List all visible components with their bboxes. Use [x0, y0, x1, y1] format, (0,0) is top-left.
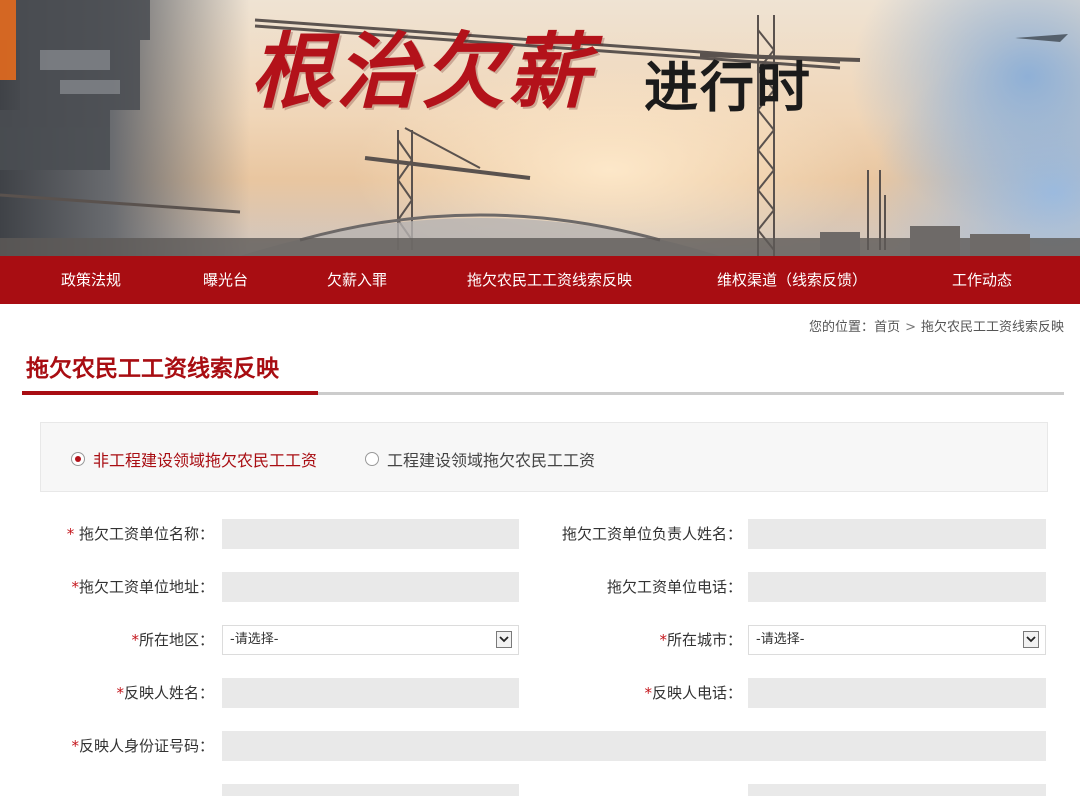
title-divider-accent — [22, 391, 318, 395]
nav-item-news[interactable]: 工作动态 — [952, 256, 1012, 304]
nav-item-criminalization[interactable]: 欠薪入罪 — [327, 256, 387, 304]
nav-item-rights-channels[interactable]: 维权渠道（线索反馈） — [717, 256, 867, 304]
radio-construction[interactable]: 工程建设领域拖欠农民工工资 — [365, 447, 595, 471]
breadcrumb-current: 拖欠农民工工资线索反映 — [920, 320, 1064, 335]
unit-phone-input[interactable] — [748, 572, 1046, 602]
reporter-id-input[interactable] — [222, 731, 1046, 761]
chevron-down-icon[interactable] — [1023, 631, 1039, 648]
city-select-value: -请选择- — [756, 632, 805, 647]
required-mark: * — [71, 737, 79, 755]
radio-checked-icon[interactable] — [71, 452, 85, 466]
banner-title-calligraphy: 根治欠薪 — [250, 24, 594, 120]
nav-item-wage-report[interactable]: 拖欠农民工工资线索反映 — [467, 256, 632, 304]
breadcrumb-prefix: 您的位置： — [809, 320, 875, 335]
reporter-phone-label: *反映人电话： — [644, 684, 742, 702]
city-select[interactable]: -请选择- — [748, 625, 1046, 655]
required-mark: * — [131, 631, 139, 649]
reporter-name-label: *反映人姓名： — [116, 684, 214, 702]
required-mark: * — [644, 684, 652, 702]
required-mark: * — [659, 631, 667, 649]
nav-item-policy[interactable]: 政策法规 — [61, 256, 121, 304]
header-banner: 根治欠薪 进行时 — [0, 0, 1080, 256]
radio-non-construction[interactable]: 非工程建设领域拖欠农民工工资 — [71, 447, 317, 471]
required-mark: * — [71, 578, 79, 596]
radio-unchecked-icon[interactable] — [365, 452, 379, 466]
reporter-name-input[interactable] — [222, 678, 519, 708]
reporter-id-label: *反映人身份证号码： — [71, 737, 214, 755]
unit-leader-input[interactable] — [748, 519, 1046, 549]
nav-item-exposure[interactable]: 曝光台 — [203, 256, 248, 304]
reporter-phone-input[interactable] — [748, 678, 1046, 708]
banner-title-subtitle: 进行时 — [644, 56, 812, 119]
unit-name-label: * 拖欠工资单位名称： — [66, 525, 214, 543]
breadcrumb-separator: > — [905, 320, 916, 335]
radio-construction-label: 工程建设领域拖欠农民工工资 — [387, 451, 596, 470]
partial-field-input-right[interactable] — [748, 784, 1046, 796]
category-radio-group: 非工程建设领域拖欠农民工工资 工程建设领域拖欠农民工工资 — [40, 422, 1048, 492]
unit-leader-label: 拖欠工资单位负责人姓名： — [561, 525, 742, 543]
radio-non-construction-label: 非工程建设领域拖欠农民工工资 — [93, 451, 318, 470]
region-select[interactable]: -请选择- — [222, 625, 519, 655]
unit-address-input[interactable] — [222, 572, 519, 602]
page-title: 拖欠农民工工资线索反映 — [26, 356, 279, 382]
breadcrumb-home-link[interactable]: 首页 — [874, 320, 900, 335]
chevron-down-icon[interactable] — [496, 631, 512, 648]
region-label: *所在地区： — [131, 631, 214, 649]
unit-address-label: *拖欠工资单位地址： — [71, 578, 214, 596]
region-select-value: -请选择- — [230, 632, 279, 647]
breadcrumb: 您的位置：首页 > 拖欠农民工工资线索反映 — [809, 316, 1064, 335]
unit-phone-label: 拖欠工资单位电话： — [606, 578, 742, 596]
partial-field-input-left[interactable] — [222, 784, 519, 796]
unit-name-input[interactable] — [222, 519, 519, 549]
required-mark: * — [66, 525, 75, 543]
required-mark: * — [116, 684, 124, 702]
main-nav: 政策法规 曝光台 欠薪入罪 拖欠农民工工资线索反映 维权渠道（线索反馈） 工作动… — [0, 256, 1080, 304]
city-label: *所在城市： — [659, 631, 742, 649]
